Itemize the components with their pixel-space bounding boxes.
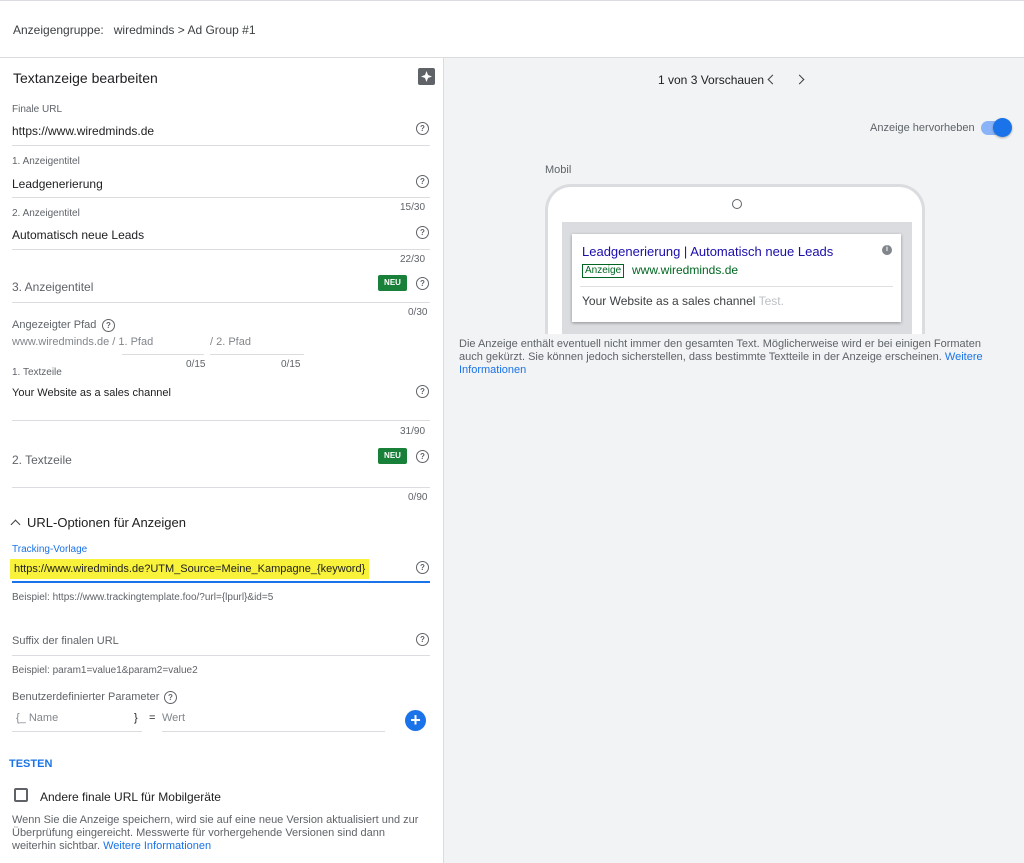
param-name-input[interactable]: {_ Name — [16, 712, 58, 724]
tracking-input[interactable]: https://www.wiredminds.de?UTM_Source=Mei… — [10, 559, 370, 579]
headline2-field[interactable]: 2. Anzeigentitel Automatisch neue Leads … — [12, 208, 430, 268]
device-label: Mobil — [545, 164, 572, 176]
breadcrumb: Anzeigengruppe: wiredminds > Ad Group #1 — [13, 23, 256, 37]
desc2-counter: 0/90 — [408, 492, 428, 503]
chevron-left-icon[interactable] — [767, 74, 778, 85]
chevron-right-icon[interactable] — [794, 74, 805, 85]
ad-preview-url: www.wiredminds.de — [632, 263, 739, 277]
param-brace-close: } — [134, 712, 138, 724]
ad-description-placeholder: Test. — [758, 294, 784, 308]
headline1-value[interactable]: Leadgenerierung — [12, 177, 103, 191]
save-notice-text: Wenn Sie die Anzeige speichern, wird sie… — [12, 814, 419, 852]
path2-underline — [210, 354, 304, 355]
help-icon[interactable]: ? — [416, 122, 429, 135]
save-notice: Wenn Sie die Anzeige speichern, wird sie… — [12, 814, 427, 853]
desc1-field[interactable]: 1. Textzeile Your Website as a sales cha… — [12, 367, 430, 442]
param-equals: = — [149, 712, 156, 724]
preview-disclaimer: Die Anzeige enthält eventuell nicht imme… — [459, 338, 999, 377]
field-underline — [12, 302, 430, 303]
ad-preview-title: Leadgenerierung | Automatisch neue Leads — [582, 244, 834, 259]
final-url-field[interactable]: Finale URL https://www.wiredminds.de ? — [12, 104, 430, 146]
desc1-value[interactable]: Your Website as a sales channel — [12, 387, 171, 399]
camera-icon — [732, 199, 742, 209]
display-path-label: Angezeigter Pfad — [12, 319, 97, 331]
help-icon[interactable]: ? — [416, 226, 429, 239]
param-value-input[interactable]: Wert — [162, 712, 185, 724]
tracking-value[interactable]: https://www.wiredminds.de?UTM_Source=Mei… — [10, 559, 370, 579]
toggle-knob[interactable] — [993, 118, 1012, 137]
mobile-url-checkbox[interactable] — [14, 788, 28, 802]
desc1-counter: 31/90 — [400, 426, 426, 437]
breadcrumb-label: Anzeigengruppe: — [13, 23, 104, 37]
top-bar: Anzeigengruppe: wiredminds > Ad Group #1 — [0, 0, 1024, 58]
desc1-label: 1. Textzeile — [12, 367, 62, 378]
help-icon[interactable]: ? — [416, 385, 429, 398]
ad-preview-description: Your Website as a sales channel Test. — [582, 294, 784, 308]
help-icon[interactable]: ? — [416, 633, 429, 646]
breadcrumb-value[interactable]: wiredminds > Ad Group #1 — [114, 23, 256, 37]
ad-description-text: Your Website as a sales channel — [582, 294, 756, 308]
desc2-field[interactable]: 2. Textzeile NEU ? 0/90 — [12, 446, 430, 503]
new-badge: NEU — [378, 448, 407, 464]
mobile-url-checkbox-label[interactable]: Andere finale URL für Mobilgeräte — [40, 790, 221, 804]
save-notice-link[interactable]: Weitere Informationen — [103, 840, 211, 852]
phone-frame: Leadgenerierung | Automatisch neue Leads… — [545, 184, 925, 334]
new-badge: NEU — [378, 275, 407, 291]
add-parameter-button[interactable]: + — [405, 710, 426, 731]
path1-input[interactable]: www.wiredminds.de / 1. Pfad — [12, 336, 153, 348]
field-underline — [12, 249, 430, 250]
custom-param-label: Benutzerdefinierter Parameter — [12, 691, 160, 703]
path2-input[interactable]: / 2. Pfad — [210, 336, 251, 348]
preview-pager: 1 von 3 Vorschauen — [658, 73, 765, 87]
disclaimer-text: Die Anzeige enthält eventuell nicht imme… — [459, 338, 981, 363]
tracking-example: Beispiel: https://www.trackingtemplate.f… — [12, 592, 274, 603]
divider — [580, 286, 893, 287]
path1-underline — [122, 354, 204, 355]
final-url-value[interactable]: https://www.wiredminds.de — [12, 124, 154, 138]
headline2-value[interactable]: Automatisch neue Leads — [12, 228, 144, 242]
param-name-underline — [12, 731, 142, 732]
field-underline — [12, 655, 430, 656]
highlight-ad-label: Anzeige hervorheben — [870, 122, 975, 134]
headline1-label: 1. Anzeigentitel — [12, 156, 80, 167]
ad-preview-panel: 1 von 3 Vorschauen Anzeige hervorheben M… — [443, 58, 1024, 863]
final-url-label: Finale URL — [12, 104, 63, 115]
help-icon[interactable]: ? — [102, 319, 115, 332]
url-options-title: URL-Optionen für Anzeigen — [27, 515, 186, 530]
suffix-input[interactable]: Suffix der finalen URL — [12, 635, 119, 647]
ad-editor-panel: Textanzeige bearbeiten Finale URL https:… — [0, 58, 443, 863]
ad-badge: Anzeige — [582, 264, 625, 278]
field-underline — [12, 487, 430, 488]
help-icon[interactable]: ? — [416, 450, 429, 463]
help-icon[interactable]: ? — [416, 277, 429, 290]
headline2-label: 2. Anzeigentitel — [12, 208, 80, 219]
help-icon[interactable]: ? — [416, 561, 429, 574]
headline1-field[interactable]: 1. Anzeigentitel Leadgenerierung ? 15/30 — [12, 156, 430, 216]
tracking-underline — [12, 581, 430, 583]
tracking-label: Tracking-Vorlage — [12, 544, 88, 555]
headline3-counter: 0/30 — [408, 307, 428, 318]
help-icon[interactable]: ? — [164, 691, 177, 704]
desc2-label: 2. Textzeile — [12, 453, 72, 467]
field-underline — [12, 145, 430, 146]
url-options-toggle[interactable]: URL-Optionen für Anzeigen — [10, 515, 186, 530]
headline3-label: 3. Anzeigentitel — [12, 280, 94, 294]
test-heading: TESTEN — [9, 758, 53, 770]
ad-preview-card: Leadgenerierung | Automatisch neue Leads… — [572, 234, 901, 322]
field-underline — [12, 420, 430, 421]
preview-header: 1 von 3 Vorschauen — [444, 58, 1024, 102]
headline2-counter: 22/30 — [400, 254, 426, 265]
plus-icon: + — [410, 710, 421, 730]
suffix-example: Beispiel: param1=value1&param2=value2 — [12, 665, 198, 676]
chevron-up-icon — [10, 519, 21, 530]
ad-edit-icon[interactable] — [418, 68, 435, 85]
field-underline — [12, 197, 430, 198]
editor-title: Textanzeige bearbeiten — [13, 70, 158, 86]
info-icon[interactable]: i — [882, 245, 892, 255]
help-icon[interactable]: ? — [416, 175, 429, 188]
param-value-underline — [162, 731, 385, 732]
